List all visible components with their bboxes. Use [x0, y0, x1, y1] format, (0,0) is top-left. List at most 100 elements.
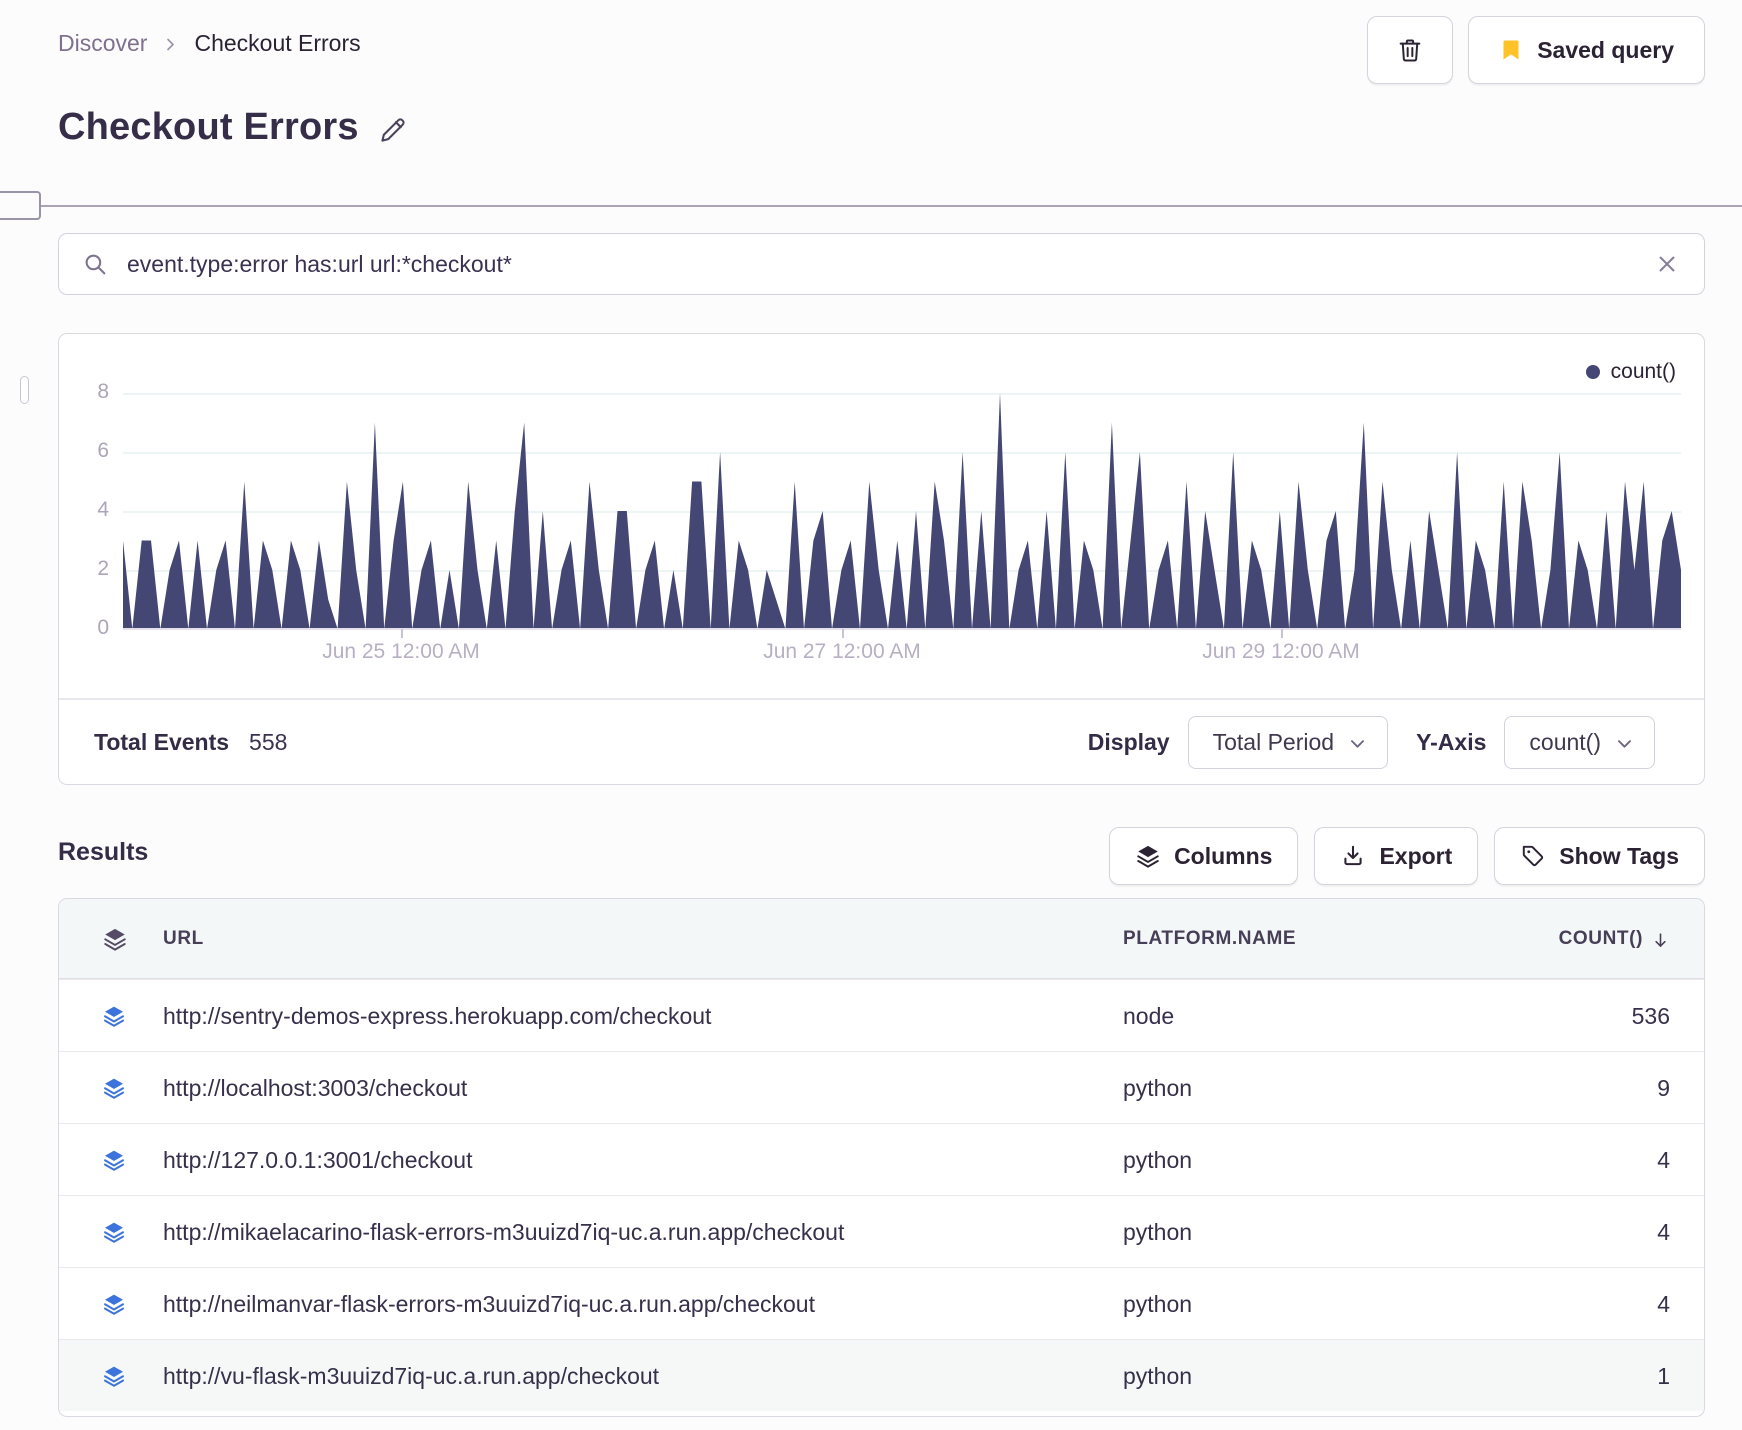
top-actions: Saved query: [1367, 16, 1705, 84]
x-tick-label: Jun 29 12:00 AM: [1202, 640, 1360, 663]
x-tick-label: Jun 27 12:00 AM: [763, 640, 921, 663]
bookmark-icon: [1499, 38, 1523, 62]
row-stack-icon[interactable]: [102, 980, 126, 1052]
chevron-down-icon: [1615, 734, 1634, 753]
platform-cell: python: [1123, 1074, 1193, 1101]
row-stack-icon[interactable]: [102, 1268, 126, 1340]
url-cell[interactable]: http://sentry-demos-express.herokuapp.co…: [163, 980, 711, 1052]
breadcrumb-current: Checkout Errors: [194, 30, 361, 56]
show-tags-button-label: Show Tags: [1559, 842, 1679, 869]
x-tick-mark: [1281, 629, 1283, 638]
count-cell: 536: [1631, 1002, 1670, 1029]
scrollbar-handle[interactable]: [20, 376, 29, 404]
url-cell[interactable]: http://127.0.0.1:3001/checkout: [163, 1124, 472, 1196]
saved-query-button[interactable]: Saved query: [1468, 16, 1705, 84]
chevron-down-icon: [1348, 734, 1367, 753]
chevron-right-icon: [163, 37, 178, 52]
breadcrumb-discover-link[interactable]: Discover: [58, 30, 147, 57]
saved-query-label: Saved query: [1537, 36, 1674, 63]
table-row: http://mikaelacarino-flask-errors-m3uuiz…: [59, 1195, 1704, 1267]
table-row: http://127.0.0.1:3001/checkout python 4: [59, 1123, 1704, 1195]
sort-descending-icon: [1651, 931, 1670, 950]
row-stack-icon[interactable]: [102, 1196, 126, 1268]
platform-cell: python: [1123, 1290, 1193, 1317]
row-stack-icon[interactable]: [102, 1052, 126, 1124]
show-tags-button[interactable]: Show Tags: [1494, 827, 1705, 885]
url-cell[interactable]: http://vu-flask-m3uuizd7iq-uc.a.run.app/…: [163, 1340, 659, 1412]
display-label: Display: [1087, 728, 1170, 755]
area-chart: [123, 393, 1681, 629]
title-row: Checkout Errors: [58, 106, 408, 149]
y-tick-label: 0: [97, 616, 109, 639]
y-tick-label: 4: [97, 498, 109, 521]
platform-cell: node: [1123, 1002, 1175, 1029]
x-tick-mark: [401, 629, 403, 638]
tag-icon: [1520, 843, 1546, 869]
search-bar: event.type:error has:url url:*checkout*: [58, 233, 1705, 295]
results-actions: Columns Export Show Tags: [1109, 827, 1705, 885]
results-table: URL PLATFORM.NAME COUNT() http://sentry-…: [58, 898, 1705, 1417]
count-cell: 1: [1657, 1362, 1670, 1389]
table-header-row: URL PLATFORM.NAME COUNT(): [59, 899, 1704, 979]
edit-title-icon[interactable]: [377, 115, 408, 146]
yaxis-dropdown[interactable]: count(): [1504, 715, 1655, 769]
chart-controls: Display Total Period Y-Axis count(): [1088, 698, 1665, 786]
table-row: http://vu-flask-m3uuizd7iq-uc.a.run.app/…: [59, 1339, 1704, 1411]
chart-card: count() 8 6 4 2 0 Jun 25 12:00 AM Jun 27…: [58, 333, 1705, 785]
columns-button-label: Columns: [1174, 842, 1273, 869]
column-header-platform[interactable]: PLATFORM.NAME: [1123, 899, 1296, 979]
yaxis-label: Y-Axis: [1416, 728, 1487, 755]
trash-icon: [1396, 36, 1424, 64]
chart-legend: count(): [1585, 360, 1676, 384]
legend-dot-icon: [1585, 365, 1600, 379]
x-tick-label: Jun 25 12:00 AM: [322, 640, 480, 663]
y-tick-label: 2: [97, 557, 109, 580]
table-row: http://localhost:3003/checkout python 9: [59, 1051, 1704, 1123]
search-input[interactable]: event.type:error has:url url:*checkout*: [127, 251, 1634, 278]
column-header-url[interactable]: URL: [163, 899, 204, 979]
panel-collapse-tab[interactable]: [0, 191, 41, 220]
row-stack-icon[interactable]: [102, 1124, 126, 1196]
clear-search-icon[interactable]: [1654, 251, 1680, 277]
platform-cell: python: [1123, 1362, 1193, 1389]
column-header-count-label: COUNT(): [1558, 928, 1643, 949]
stack-icon: [102, 899, 128, 979]
url-cell[interactable]: http://neilmanvar-flask-errors-m3uuizd7i…: [163, 1268, 815, 1340]
breadcrumb: Discover Checkout Errors: [58, 30, 361, 57]
chart-plot: [123, 393, 1681, 630]
table-row: http://neilmanvar-flask-errors-m3uuizd7i…: [59, 1267, 1704, 1339]
display-dropdown[interactable]: Total Period: [1187, 715, 1389, 769]
search-icon: [83, 252, 108, 277]
download-icon: [1340, 843, 1366, 869]
results-heading: Results: [58, 838, 149, 866]
table-row: http://sentry-demos-express.herokuapp.co…: [59, 979, 1704, 1051]
platform-cell: python: [1123, 1218, 1193, 1245]
column-header-count[interactable]: COUNT(): [1559, 899, 1670, 979]
y-tick-label: 8: [97, 380, 109, 403]
layers-icon: [1135, 843, 1161, 869]
total-events-value: 558: [249, 728, 288, 755]
total-events: Total Events 558: [94, 698, 287, 786]
url-cell[interactable]: http://localhost:3003/checkout: [163, 1052, 467, 1124]
count-cell: 4: [1657, 1218, 1670, 1245]
export-button-label: Export: [1379, 842, 1453, 869]
row-stack-icon[interactable]: [102, 1340, 126, 1412]
header-divider: [0, 205, 1742, 207]
yaxis-dropdown-value: count(): [1529, 728, 1601, 755]
columns-button[interactable]: Columns: [1109, 827, 1299, 885]
legend-label: count(): [1610, 360, 1676, 383]
y-tick-label: 6: [97, 439, 109, 462]
x-axis-line: [123, 628, 1681, 630]
platform-cell: python: [1123, 1146, 1193, 1173]
delete-query-button[interactable]: [1367, 16, 1454, 84]
export-button[interactable]: Export: [1314, 827, 1479, 885]
page-title: Checkout Errors: [58, 106, 359, 148]
display-dropdown-value: Total Period: [1212, 728, 1335, 755]
area-series-count: [123, 393, 1681, 629]
total-events-label: Total Events: [94, 728, 230, 755]
count-cell: 4: [1657, 1146, 1670, 1173]
count-cell: 4: [1657, 1290, 1670, 1317]
x-tick-mark: [842, 629, 844, 638]
count-cell: 9: [1657, 1074, 1670, 1101]
url-cell[interactable]: http://mikaelacarino-flask-errors-m3uuiz…: [163, 1196, 844, 1268]
